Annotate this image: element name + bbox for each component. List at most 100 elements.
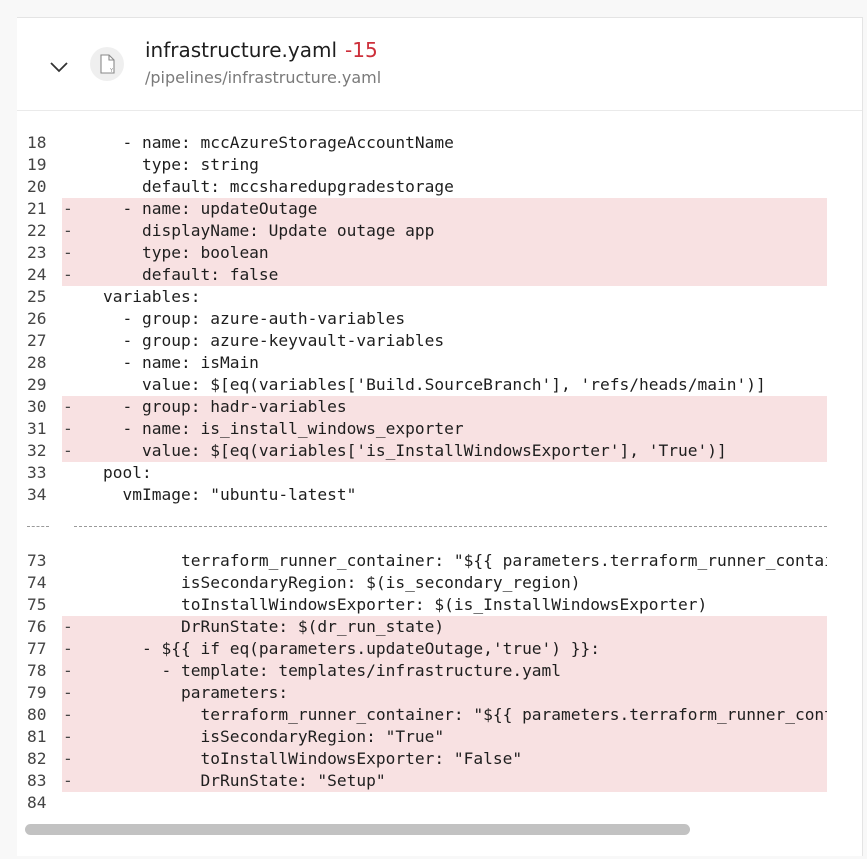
- collapse-button[interactable]: [47, 54, 71, 78]
- line-number: 32: [27, 441, 47, 460]
- diff-marker: -: [63, 705, 73, 724]
- line-code: toInstallWindowsExporter: $(is_InstallWi…: [103, 595, 708, 614]
- context-line: 33 pool:: [17, 462, 862, 484]
- context-line: 74 isSecondaryRegion: $(is_secondary_reg…: [17, 572, 862, 594]
- diff-marker: -: [63, 727, 73, 746]
- line-number: 77: [27, 639, 47, 658]
- diff-marker: -: [63, 617, 73, 636]
- line-code: pool:: [103, 463, 152, 482]
- diff-marker: -: [63, 771, 73, 790]
- line-code: isSecondaryRegion: $(is_secondary_region…: [103, 573, 581, 592]
- line-code: value: $[eq(variables['Build.SourceBranc…: [103, 375, 766, 394]
- context-line: 25 variables:: [17, 286, 862, 308]
- line-number: 82: [27, 749, 47, 768]
- file-header: Y infrastructure.yaml -15 /pipelines/infr…: [17, 18, 862, 111]
- removed-line: 31- - name: is_install_windows_exporter: [17, 418, 862, 440]
- line-number: 18: [27, 133, 47, 152]
- diff-marker: -: [63, 199, 73, 218]
- diff-marker: -: [63, 243, 73, 262]
- line-number: 83: [27, 771, 47, 790]
- line-code: - group: azure-auth-variables: [103, 309, 406, 328]
- diff-marker: -: [63, 265, 73, 284]
- line-number: 26: [27, 309, 47, 328]
- chevron-down-icon: [50, 62, 68, 73]
- file-name[interactable]: infrastructure.yaml: [145, 38, 337, 62]
- line-number: 34: [27, 485, 47, 504]
- line-code: vmImage: "ubuntu-latest": [103, 485, 357, 504]
- line-number: 74: [27, 573, 47, 592]
- line-code: - name: isMain: [103, 353, 259, 372]
- diff-code-view: 18 - name: mccAzureStorageAccountName 19 …: [17, 132, 862, 814]
- line-code: DrRunState: $(dr_run_state): [103, 617, 445, 636]
- diff-marker: -: [63, 639, 73, 658]
- diff-marker: -: [63, 419, 73, 438]
- file-title[interactable]: infrastructure.yaml -15: [145, 38, 378, 62]
- line-number: 81: [27, 727, 47, 746]
- line-code: default: false: [103, 265, 279, 284]
- removed-line: 78- - template: templates/infrastructure…: [17, 660, 862, 682]
- line-code: parameters:: [103, 683, 289, 702]
- removed-line: 30- - group: hadr-variables: [17, 396, 862, 418]
- line-code: isSecondaryRegion: "True": [103, 727, 445, 746]
- removed-line: 22- displayName: Update outage app: [17, 220, 862, 242]
- line-code: DrRunState: "Setup": [103, 771, 386, 790]
- line-code: value: $[eq(variables['is_InstallWindows…: [103, 441, 727, 460]
- line-number: 75: [27, 595, 47, 614]
- line-number: 33: [27, 463, 47, 482]
- line-number: 73: [27, 551, 47, 570]
- removed-line: 32- value: $[eq(variables['is_InstallWin…: [17, 440, 862, 462]
- line-number: 25: [27, 287, 47, 306]
- removed-line: 76- DrRunState: $(dr_run_state): [17, 616, 862, 638]
- context-line: 84: [17, 792, 862, 814]
- line-number: 31: [27, 419, 47, 438]
- line-code: terraform_runner_container: "${{ paramet…: [103, 551, 827, 570]
- line-code: - ${{ if eq(parameters.updateOutage,'tru…: [103, 639, 601, 658]
- context-line: 73 terraform_runner_container: "${{ para…: [17, 550, 862, 572]
- file-path: /pipelines/infrastructure.yaml: [145, 68, 382, 87]
- line-code: variables:: [103, 287, 201, 306]
- line-number: 30: [27, 397, 47, 416]
- line-code: terraform_runner_container: "${{ paramet…: [200, 705, 827, 724]
- diff-marker: -: [63, 221, 73, 240]
- line-number: 21: [27, 199, 47, 218]
- line-code: displayName: Update outage app: [103, 221, 435, 240]
- line-number: 19: [27, 155, 47, 174]
- line-code: - name: mccAzureStorageAccountName: [103, 133, 454, 152]
- line-number: 22: [27, 221, 47, 240]
- line-code: - name: updateOutage: [103, 199, 318, 218]
- line-number: 20: [27, 177, 47, 196]
- line-number: 76: [27, 617, 47, 636]
- removed-line: 82- toInstallWindowsExporter: "False": [17, 748, 862, 770]
- removed-line: 21- - name: updateOutage: [17, 198, 862, 220]
- line-code: - name: is_install_windows_exporter: [103, 419, 464, 438]
- context-line: 19 type: string: [17, 154, 862, 176]
- line-code: - group: azure-keyvault-variables: [103, 331, 445, 350]
- line-code: type: string: [103, 155, 259, 174]
- context-line: 34 vmImage: "ubuntu-latest": [17, 484, 862, 506]
- context-line: 75 toInstallWindowsExporter: $(is_Instal…: [17, 594, 862, 616]
- hunk-separator[interactable]: [17, 506, 862, 550]
- removed-line: 81- isSecondaryRegion: "True": [17, 726, 862, 748]
- removed-line: 79- parameters:: [17, 682, 862, 704]
- line-number: 29: [27, 375, 47, 394]
- line-number: 27: [27, 331, 47, 350]
- context-line: 28 - name: isMain: [17, 352, 862, 374]
- line-code: toInstallWindowsExporter: "False": [103, 749, 523, 768]
- removed-line: 80- terraform_runner_container: "${{ par…: [17, 704, 862, 726]
- line-code: - template: templates/infrastructure.yam…: [103, 661, 562, 680]
- removed-line: 23- type: boolean: [17, 242, 862, 264]
- file-icon: Y: [90, 47, 124, 81]
- line-number: 84: [27, 793, 47, 812]
- diff-marker: -: [63, 749, 73, 768]
- line-code: - group: hadr-variables: [103, 397, 347, 416]
- separator-line: [27, 526, 49, 527]
- removed-line: 24- default: false: [17, 264, 862, 286]
- file-yaml-icon: Y: [100, 54, 115, 74]
- line-code: type: boolean: [103, 243, 269, 262]
- diff-marker: -: [63, 441, 73, 460]
- diff-marker: -: [63, 397, 73, 416]
- context-line: 20 default: mccsharedupgradestorage: [17, 176, 862, 198]
- separator-line: [74, 526, 827, 527]
- line-number: 28: [27, 353, 47, 372]
- horizontal-scrollbar[interactable]: [25, 824, 690, 835]
